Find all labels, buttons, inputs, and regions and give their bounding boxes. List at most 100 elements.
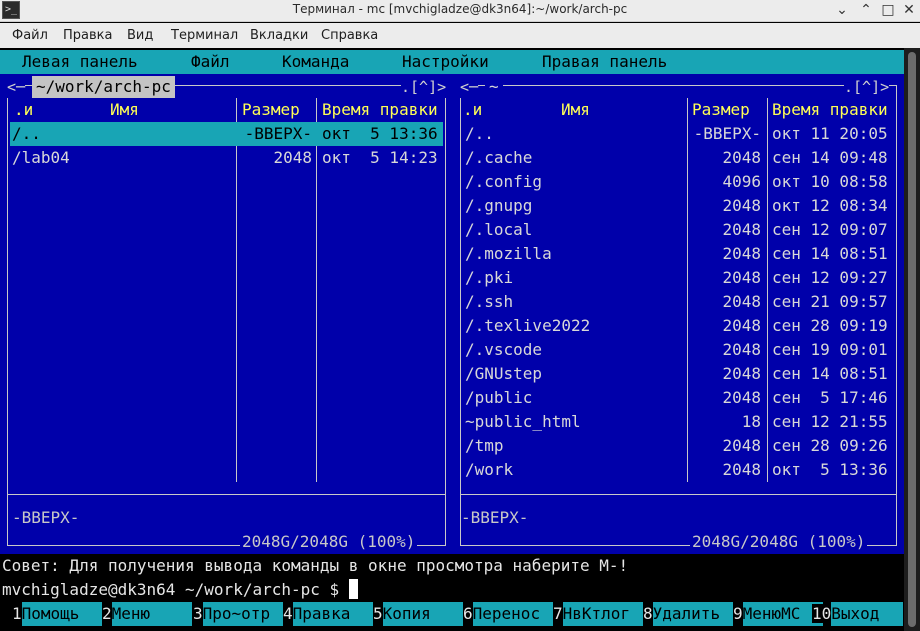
file-mtime: окт 5 13:36 [772,460,888,479]
file-mtime: сен 28 09:19 [772,316,888,335]
command-line[interactable]: mvchigladze@dk3n64 ~/work/arch-pc $ [2,578,358,602]
file-row[interactable]: /lab04 2048 окт 5 14:23 [10,146,443,170]
file-row[interactable]: /.ssh 2048 сен 21 09:57 [463,290,894,314]
left-panel[interactable]: <─ ~/work/arch-pc .[^]> .и Имя Размер Вр… [0,74,453,554]
file-row[interactable]: /.. -ВВЕРХ-окт 11 20:05 [463,122,894,146]
file-row[interactable]: /.texlive2022 2048 сен 28 09:19 [463,314,894,338]
right-panel[interactable]: <─ ~ .[^]> .и Имя Размер Время правки /.… [453,74,904,554]
mc-menu-command[interactable]: Команда [282,50,349,74]
panel-divider [7,494,446,495]
file-row[interactable]: /.cache 2048 сен 14 09:48 [463,146,894,170]
file-row[interactable]: /.local 2048 сен 12 09:07 [463,218,894,242]
file-size: 2048 [722,388,761,407]
fkey-9[interactable]: 9МенюMC [733,602,823,626]
fkey-number: 9 [733,604,743,623]
file-row[interactable]: /.gnupg 2048 окт 12 08:34 [463,194,894,218]
fkey-number: 1 [12,604,22,623]
file-mtime: окт 12 08:34 [772,196,888,215]
file-size: 2048 [722,244,761,263]
mc-menu-bar: Левая панель Файл Команда Настройки Прав… [0,50,904,74]
menu-file[interactable]: Файл [12,28,48,43]
minimize-button[interactable]: ⌄ [832,1,852,19]
mc-menu-file[interactable]: Файл [191,50,230,74]
terminal-scrollbar[interactable] [904,48,920,631]
menu-edit[interactable]: Правка [63,28,112,43]
file-row[interactable]: /.. -ВВЕРХ-окт 5 13:36 [10,122,443,146]
file-name: /.pki [465,268,514,287]
menu-tabs[interactable]: Вкладки [250,28,308,43]
fkey-5[interactable]: 5Копия [373,602,463,626]
file-size: 2048 [722,220,761,239]
fkey-6[interactable]: 6Перенос [463,602,553,626]
file-name: /.texlive2022 [465,316,591,335]
file-name: /.cache [465,148,533,167]
mc-menu-left-panel[interactable]: Левая панель [22,50,138,74]
panel-path[interactable]: ~/work/arch-pc [32,76,175,98]
file-size: -ВВЕРХ- [693,124,761,143]
fkey-7[interactable]: 7НвКтлог [553,602,643,626]
file-row[interactable]: /work 2048 окт 5 13:36 [463,458,894,482]
file-row[interactable]: /.mozilla 2048 сен 14 08:51 [463,242,894,266]
mc-menu-right-panel[interactable]: Правая панель [542,50,667,74]
fkey-number: 8 [643,604,653,623]
file-size: 2048 [722,340,761,359]
file-mtime: сен 19 09:01 [772,340,888,359]
fkey-1[interactable]: 1Помощь [12,602,102,626]
file-size: 2048 [722,292,761,311]
fkey-label: МенюMC [742,602,823,626]
file-row[interactable]: /tmp 2048 сен 28 09:26 [463,434,894,458]
panel-divider [460,494,897,495]
file-row[interactable]: /.config 4096 окт 10 08:58 [463,170,894,194]
fkey-label: Меню [111,602,192,626]
panel-history-button[interactable]: .[^]> [401,76,447,98]
file-mtime: сен 14 09:48 [772,148,888,167]
col-header-size[interactable]: Размер [692,98,750,122]
file-name: /lab04 [12,148,70,167]
file-mtime: окт 5 14:23 [322,148,438,167]
col-header-prefix: .и [14,100,34,119]
fkey-8[interactable]: 8Удалить [643,602,733,626]
col-header-name[interactable]: Имя [110,98,139,122]
mc-menu-options[interactable]: Настройки [402,50,489,74]
menu-view[interactable]: Вид [127,28,153,43]
file-name: /.ssh [465,292,514,311]
panel-history-button[interactable]: .[^]> [844,76,890,98]
menu-help[interactable]: Справка [321,28,378,43]
file-size: 18 [741,412,761,431]
function-key-bar: 1Помощь 2Меню 3Про~отр 4Правка 5Копия 6Перено… [0,602,904,626]
col-header-time[interactable]: Время правки [772,98,888,122]
fkey-10[interactable]: 10Выход [812,602,904,626]
col-header-name[interactable]: Имя [561,98,590,122]
file-mtime: окт 10 08:58 [772,172,888,191]
file-mtime: сен 12 09:07 [772,220,888,239]
file-name: /.vscode [465,340,543,359]
file-row[interactable]: ~public_html 18 сен 12 21:55 [463,410,894,434]
disk-usage: 2048G/2048G (100%) [240,530,418,554]
file-size: 2048 [722,436,761,455]
maximize-button[interactable]: ⌃ [856,1,876,19]
fkey-label: Помощь [21,602,102,626]
col-header-size[interactable]: Размер [242,98,300,122]
fkey-2[interactable]: 2Меню [102,602,192,626]
fkey-4[interactable]: 4Правка [283,602,373,626]
fkey-3[interactable]: 3Про~отр [193,602,283,626]
fkey-label: Копия [382,602,463,626]
file-size: 4096 [722,172,761,191]
file-row[interactable]: /.vscode 2048 сен 19 09:01 [463,338,894,362]
panel-path[interactable]: ~ [485,76,503,98]
file-row[interactable]: /GNUstep 2048 сен 14 08:51 [463,362,894,386]
window-title: Терминал - mc [mvchigladze@dk3n64]:~/wor… [292,2,628,16]
file-size: 2048 [722,364,761,383]
restore-button[interactable]: □ [878,1,898,19]
file-name: /GNUstep [465,364,543,383]
fkey-number: 6 [463,604,473,623]
menu-terminal[interactable]: Терминал [171,28,238,43]
file-row[interactable]: /.pki 2048 сен 12 09:27 [463,266,894,290]
file-size: -ВВЕРХ- [244,124,312,143]
col-header-time[interactable]: Время правки [322,98,438,122]
fkey-label: НвКтлог [562,602,643,626]
file-row[interactable]: /public 2048 сен 5 17:46 [463,386,894,410]
scrollbar-thumb[interactable] [908,52,916,627]
close-button[interactable]: ✕ [899,1,919,19]
fkey-label: Перенос [472,602,553,626]
